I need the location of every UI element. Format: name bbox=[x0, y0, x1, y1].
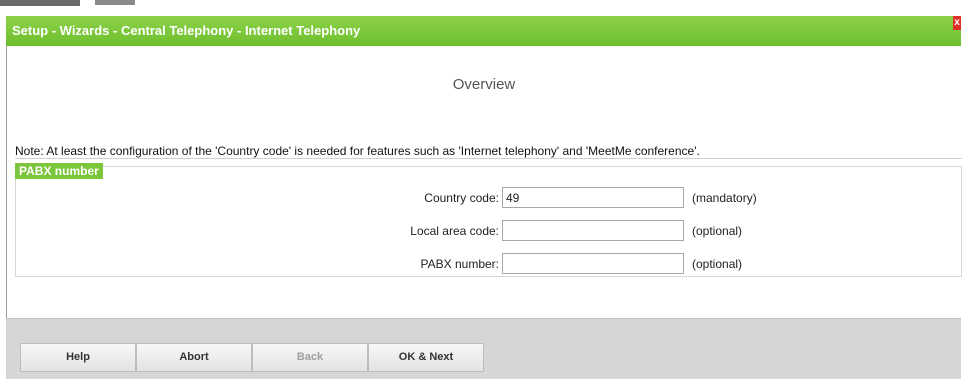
section-legend: PABX number bbox=[15, 163, 103, 179]
back-button: Back bbox=[252, 343, 368, 372]
top-strip-shade-2 bbox=[95, 0, 135, 5]
country-code-row: Country code: (mandatory) bbox=[16, 187, 961, 211]
country-code-hint: (mandatory) bbox=[692, 191, 757, 205]
local-area-code-row: Local area code: (optional) bbox=[16, 220, 961, 244]
country-code-input[interactable] bbox=[502, 187, 684, 208]
window-title-bar: Setup - Wizards - Central Telephony - In… bbox=[6, 16, 961, 46]
top-strip-shade bbox=[0, 0, 80, 6]
ok-next-button[interactable]: OK & Next bbox=[368, 343, 484, 372]
window-title: Setup - Wizards - Central Telephony - In… bbox=[12, 23, 361, 38]
divider bbox=[15, 158, 962, 159]
pabx-number-input[interactable] bbox=[502, 253, 684, 274]
pabx-number-hint: (optional) bbox=[692, 257, 743, 271]
local-area-code-input[interactable] bbox=[502, 220, 684, 241]
abort-button[interactable]: Abort bbox=[136, 343, 252, 372]
local-area-code-hint: (optional) bbox=[692, 224, 743, 238]
pabx-number-label: PABX number: bbox=[420, 257, 499, 271]
button-bar: Help Abort Back OK & Next bbox=[6, 318, 961, 379]
close-icon[interactable]: x bbox=[953, 16, 961, 30]
country-code-label: Country code: bbox=[424, 191, 499, 205]
top-strip bbox=[0, 0, 965, 14]
wizard-panel: Overview Note: At least the configuratio… bbox=[6, 46, 962, 318]
pabx-number-row: PABX number: (optional) bbox=[16, 253, 961, 277]
note-text: Note: At least the configuration of the … bbox=[15, 144, 700, 158]
local-area-code-label: Local area code: bbox=[410, 224, 499, 238]
help-button[interactable]: Help bbox=[20, 343, 136, 372]
pabx-number-section: PABX number Country code: (mandatory) Lo… bbox=[15, 163, 962, 277]
page-heading: Overview bbox=[452, 76, 516, 93]
